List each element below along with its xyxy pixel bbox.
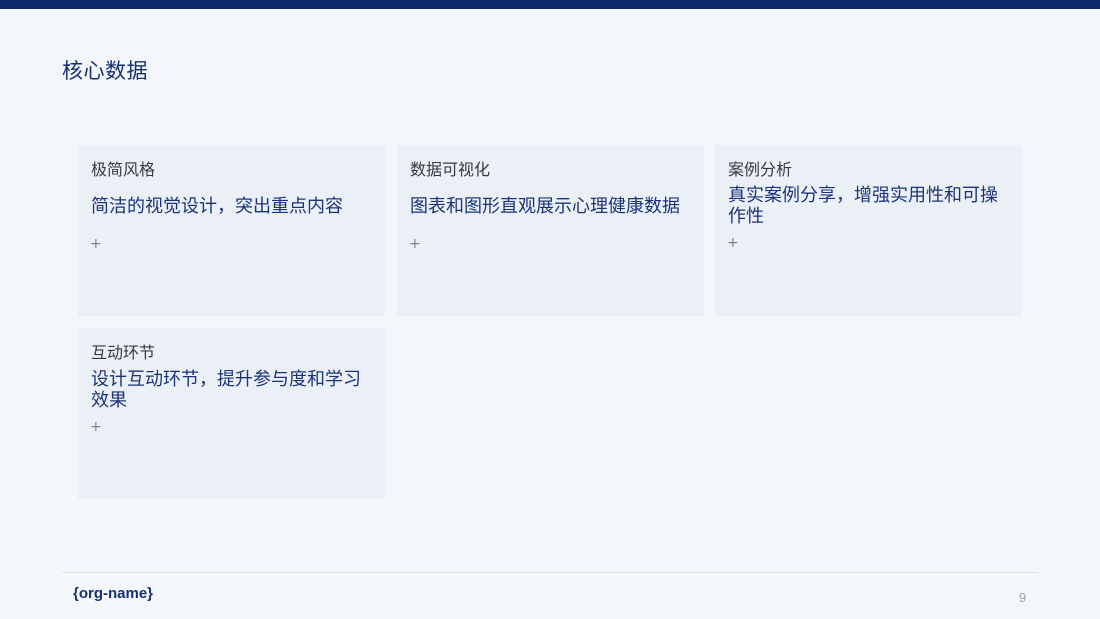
footer-divider	[62, 572, 1038, 573]
card-title: 极简风格	[91, 160, 156, 179]
card-minimal-style: 极简风格 简洁的视觉设计，突出重点内容 +	[78, 145, 385, 316]
top-accent-bar	[0, 0, 1100, 9]
card-title: 数据可视化	[410, 160, 491, 179]
page-number: 9	[1019, 590, 1027, 605]
card-description: 真实案例分享，增强实用性和可操作性	[728, 185, 998, 227]
card-interactive-session: 互动环节 设计互动环节，提升参与度和学习效果 +	[78, 328, 385, 499]
plus-icon: +	[727, 235, 739, 251]
card-description: 简洁的视觉设计，突出重点内容	[91, 196, 343, 217]
plus-icon: +	[90, 236, 102, 252]
org-name: {org-name}	[73, 585, 154, 602]
card-description: 设计互动环节，提升参与度和学习效果	[91, 369, 361, 411]
card-title: 案例分析	[728, 160, 793, 179]
plus-icon: +	[409, 236, 421, 252]
page-title: 核心数据	[62, 59, 148, 83]
card-title: 互动环节	[91, 343, 156, 362]
card-description: 图表和图形直观展示心理健康数据	[410, 196, 680, 217]
card-data-visualization: 数据可视化 图表和图形直观展示心理健康数据 +	[397, 145, 704, 316]
card-case-analysis: 案例分析 真实案例分享，增强实用性和可操作性 +	[715, 145, 1022, 316]
plus-icon: +	[90, 419, 102, 435]
